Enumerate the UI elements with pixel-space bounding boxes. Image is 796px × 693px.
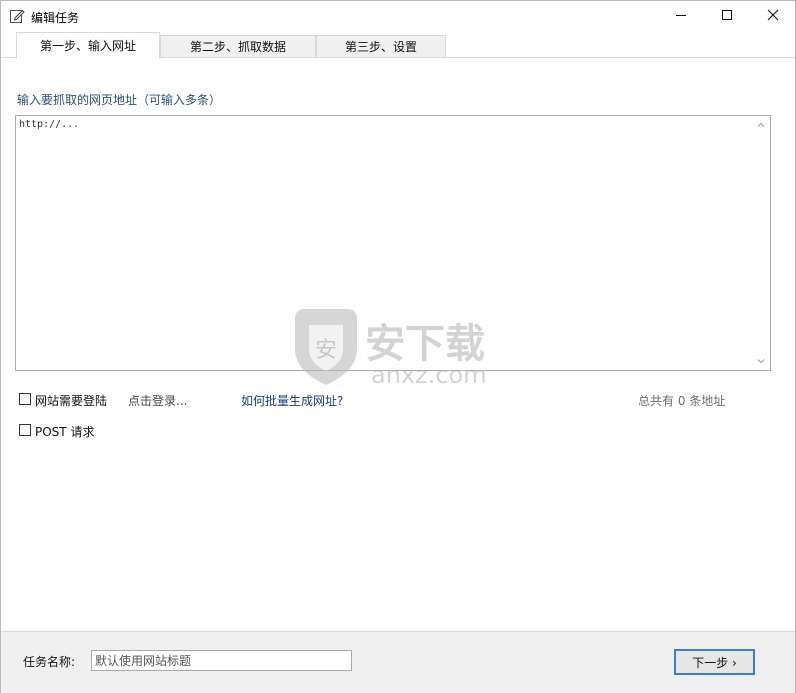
task-name-label: 任务名称: xyxy=(23,655,76,669)
tab-step-2-fetch-data[interactable]: 第二步、抓取数据 xyxy=(160,35,316,57)
url-textarea-value: http://... xyxy=(19,119,80,130)
post-request-label[interactable]: POST 请求 xyxy=(35,423,94,440)
title-bar: 编辑任务 xyxy=(1,1,795,32)
tab-step-3-settings[interactable]: 第三步、设置 xyxy=(316,35,446,57)
click-login-link[interactable]: 点击登录... xyxy=(128,392,187,409)
scroll-up-icon[interactable] xyxy=(756,120,766,130)
post-request-checkbox[interactable] xyxy=(19,424,31,436)
maximize-button[interactable] xyxy=(704,1,750,32)
edit-task-window: 编辑任务 第一步、输入网址 第二步、抓取数据 第三步、设置 输入要抓取的网页地址… xyxy=(0,0,796,693)
login-required-checkbox[interactable] xyxy=(19,393,31,405)
tab-label: 第一步、输入网址 xyxy=(39,39,136,53)
scroll-down-icon[interactable] xyxy=(756,356,766,366)
next-step-button[interactable]: 下一步 › xyxy=(674,649,755,675)
watermark-logo: 安 安下载 anxz.com xyxy=(289,305,509,389)
close-icon xyxy=(767,9,779,24)
url-count-text: 总共有 0 条地址 xyxy=(638,394,726,408)
login-required-label[interactable]: 网站需要登陆 xyxy=(35,392,107,409)
tab-step-1-input-url[interactable]: 第一步、输入网址 xyxy=(16,32,160,58)
minimize-icon xyxy=(675,9,687,24)
batch-generate-url-help-link[interactable]: 如何批量生成网址? xyxy=(241,392,343,409)
tab-label: 第三步、设置 xyxy=(344,40,417,54)
close-button[interactable] xyxy=(750,1,796,32)
maximize-icon xyxy=(721,9,733,24)
task-name-input[interactable] xyxy=(91,650,352,671)
svg-text:安: 安 xyxy=(315,338,337,363)
tab-label: 第二步、抓取数据 xyxy=(189,40,286,54)
url-section-label: 输入要抓取的网页地址（可输入多条） xyxy=(17,93,222,107)
minimize-button[interactable] xyxy=(658,1,704,32)
edit-note-icon xyxy=(9,8,25,24)
window-title: 编辑任务 xyxy=(31,11,80,25)
watermark-en: anxz.com xyxy=(371,361,487,389)
